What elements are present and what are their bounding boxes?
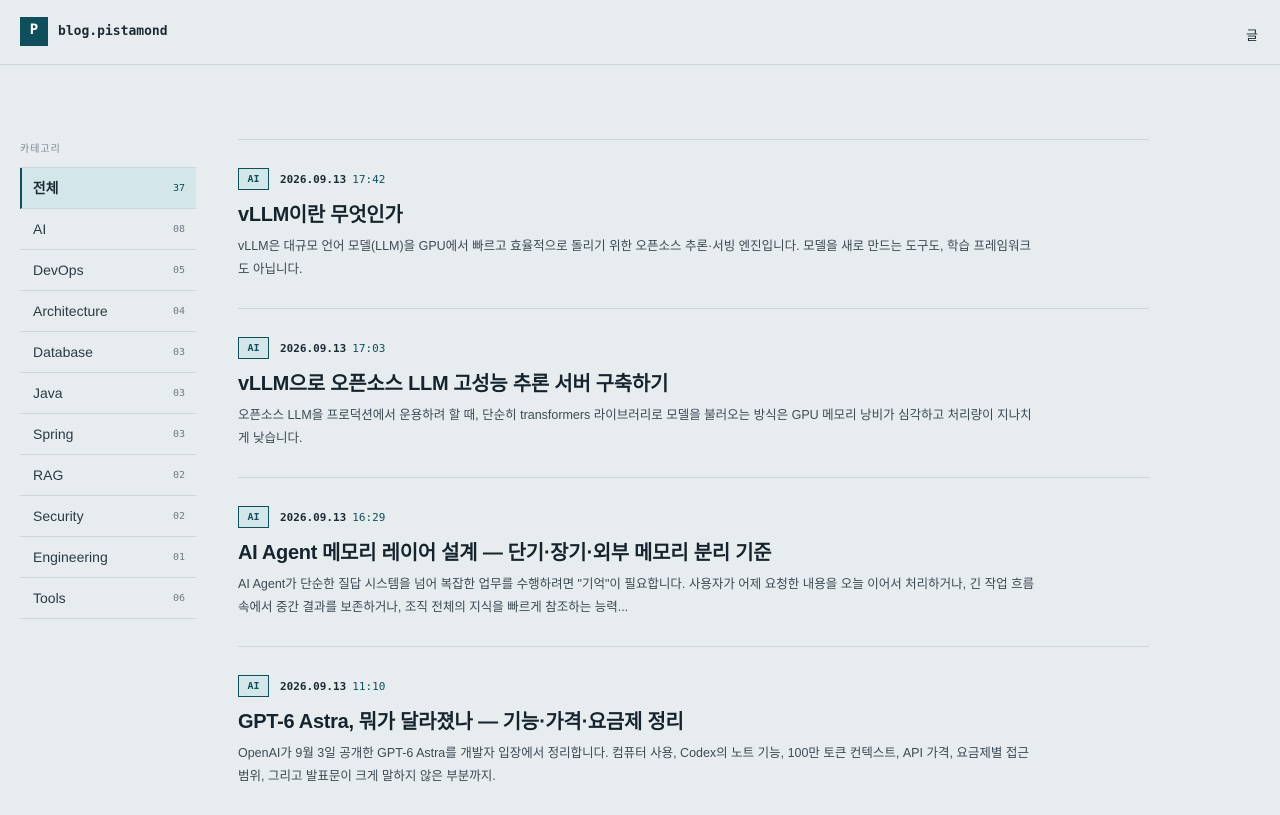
category-sidebar: 카테고리 전체 37 AI 08 DevOps 05 Architecture … — [20, 140, 196, 619]
post-title[interactable]: AI Agent 메모리 레이어 설계 — 단기·장기·외부 메모리 분리 기준 — [238, 540, 1149, 566]
category-list: 전체 37 AI 08 DevOps 05 Architecture 04 Da… — [20, 167, 196, 619]
post-list: AI 2026.09.13 17:42 vLLM이란 무엇인가 vLLM은 대규… — [238, 139, 1149, 815]
post-time: 11:10 — [352, 679, 386, 693]
post-date: 2026.09.13 — [280, 172, 347, 186]
category-item-rag[interactable]: RAG 02 — [20, 455, 196, 496]
post-item[interactable]: AI 2026.09.13 17:03 vLLM으로 오픈소스 LLM 고성능 … — [238, 308, 1149, 477]
category-count: 06 — [172, 592, 185, 604]
post-title[interactable]: GPT-6 Astra, 뭐가 달라졌나 — 기능·가격·요금제 정리 — [238, 709, 1149, 735]
post-item[interactable]: AI 2026.09.13 16:29 AI Agent 메모리 레이어 설계 … — [238, 477, 1149, 646]
category-label: DevOps — [33, 262, 84, 278]
category-count: 03 — [172, 387, 185, 399]
category-item-ai[interactable]: AI 08 — [20, 209, 196, 250]
post-excerpt: AI Agent가 단순한 질답 시스템을 넘어 복잡한 업무를 수행하려면 "… — [238, 577, 1035, 614]
category-count: 04 — [172, 305, 185, 317]
post-title[interactable]: vLLM으로 오픈소스 LLM 고성능 추론 서버 구축하기 — [238, 371, 1149, 397]
site-name-link[interactable]: blog.pistamond — [58, 24, 168, 39]
category-item-spring[interactable]: Spring 03 — [20, 414, 196, 455]
site-logo[interactable]: P — [20, 17, 48, 46]
post-meta: AI 2026.09.13 16:29 — [238, 506, 1149, 528]
category-label: Architecture — [33, 303, 108, 319]
post-date: 2026.09.13 — [280, 679, 347, 693]
category-label: Java — [33, 385, 63, 401]
post-meta: AI 2026.09.13 11:10 — [238, 675, 1149, 697]
category-label: 전체 — [33, 180, 59, 196]
category-item-tools[interactable]: Tools 06 — [20, 578, 196, 619]
post-date: 2026.09.13 — [280, 510, 347, 524]
category-count: 37 — [172, 182, 185, 194]
post-meta: AI 2026.09.13 17:42 — [238, 168, 1149, 190]
sidebar-title: 카테고리 — [20, 144, 61, 155]
post-time: 16:29 — [352, 510, 386, 524]
category-label: Engineering — [33, 549, 108, 565]
category-item-architecture[interactable]: Architecture 04 — [20, 291, 196, 332]
category-count: 03 — [172, 346, 185, 358]
post-time: 17:03 — [352, 341, 386, 355]
category-label: Database — [33, 344, 93, 360]
category-label: RAG — [33, 467, 64, 483]
menu-icon[interactable]: 글 — [1246, 25, 1258, 44]
post-excerpt: 오픈소스 LLM을 프로덕션에서 운용하려 할 때, 단순히 transform… — [238, 408, 1032, 445]
category-count: 02 — [172, 510, 185, 522]
category-item-database[interactable]: Database 03 — [20, 332, 196, 373]
category-item-engineering[interactable]: Engineering 01 — [20, 537, 196, 578]
category-count: 02 — [172, 469, 185, 481]
post-tag[interactable]: AI — [238, 337, 269, 359]
category-count: 08 — [172, 223, 185, 235]
post-item[interactable]: AI 2026.09.13 17:42 vLLM이란 무엇인가 vLLM은 대규… — [238, 139, 1149, 308]
category-item-all[interactable]: 전체 37 — [20, 168, 196, 209]
site-header: P blog.pistamond 글 — [0, 0, 1280, 65]
post-tag[interactable]: AI — [238, 506, 269, 528]
post-tag[interactable]: AI — [238, 168, 269, 190]
post-title[interactable]: vLLM이란 무엇인가 — [238, 202, 1149, 228]
post-tag[interactable]: AI — [238, 675, 269, 697]
category-item-devops[interactable]: DevOps 05 — [20, 250, 196, 291]
category-label: Security — [33, 508, 84, 524]
post-item[interactable]: AI 2026.09.13 11:10 GPT-6 Astra, 뭐가 달라졌나… — [238, 646, 1149, 815]
post-date: 2026.09.13 — [280, 341, 347, 355]
category-label: Spring — [33, 426, 74, 442]
post-excerpt: OpenAI가 9월 3일 공개한 GPT-6 Astra를 개발자 입장에서 … — [238, 746, 1029, 783]
category-count: 03 — [172, 428, 185, 440]
post-excerpt: vLLM은 대규모 언어 모델(LLM)을 GPU에서 빠르고 효율적으로 돌리… — [238, 239, 1031, 276]
category-label: Tools — [33, 590, 66, 606]
category-item-java[interactable]: Java 03 — [20, 373, 196, 414]
post-time: 17:42 — [352, 172, 386, 186]
category-label: AI — [33, 221, 47, 237]
post-meta: AI 2026.09.13 17:03 — [238, 337, 1149, 359]
category-item-security[interactable]: Security 02 — [20, 496, 196, 537]
category-count: 01 — [172, 551, 185, 563]
category-count: 05 — [172, 264, 185, 276]
